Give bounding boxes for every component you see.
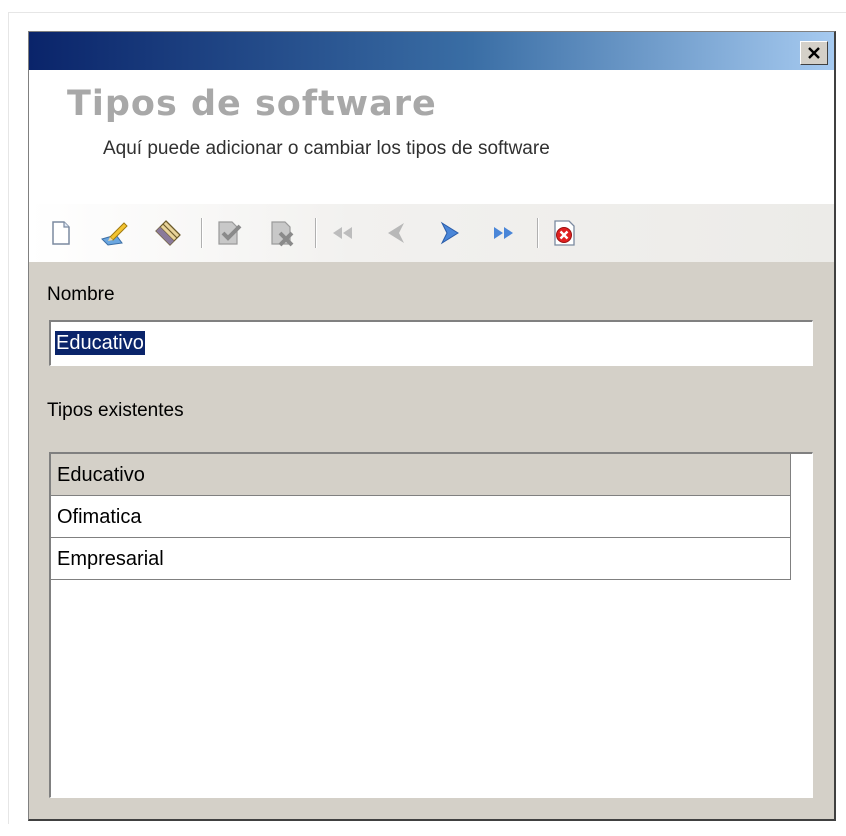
list-item[interactable]: Educativo (51, 454, 791, 496)
next-record-icon (440, 221, 459, 245)
first-record-button[interactable] (325, 216, 359, 250)
edit-pencil-icon (101, 222, 128, 246)
save-button[interactable] (211, 216, 245, 250)
close-button[interactable] (800, 41, 828, 65)
cancel-x-icon (271, 221, 294, 247)
save-check-icon (218, 221, 242, 245)
previous-record-icon (388, 223, 404, 243)
close-form-button[interactable] (547, 216, 581, 250)
new-button[interactable] (43, 216, 77, 250)
edit-button[interactable] (97, 216, 131, 250)
page-title: Tipos de software (67, 84, 437, 124)
nombre-input[interactable]: Educativo (49, 320, 813, 366)
first-record-icon (333, 227, 352, 239)
cancel-button[interactable] (265, 216, 299, 250)
title-bar[interactable] (29, 32, 834, 70)
toolbar-separator (537, 218, 538, 248)
tipos-list[interactable]: Educativo Ofimatica Empresarial (49, 452, 813, 798)
close-form-icon (554, 220, 575, 246)
last-record-button[interactable] (487, 216, 521, 250)
delete-button[interactable] (151, 216, 185, 250)
nombre-input-value: Educativo (55, 331, 145, 355)
close-icon (808, 46, 820, 59)
dialog-window: Tipos de software Aquí puede adicionar o… (28, 31, 836, 821)
dialog-header: Tipos de software Aquí puede adicionar o… (29, 70, 834, 204)
tipos-existentes-label: Tipos existentes (47, 400, 184, 421)
next-record-button[interactable] (433, 216, 467, 250)
new-document-icon (52, 221, 70, 245)
list-item[interactable]: Empresarial (51, 538, 791, 580)
list-item[interactable]: Ofimatica (51, 496, 791, 538)
eraser-icon (155, 220, 181, 246)
tipos-list-rows: Educativo Ofimatica Empresarial (51, 454, 791, 580)
toolbar (29, 204, 834, 262)
page-border-left (8, 12, 9, 824)
last-record-icon (494, 227, 513, 239)
nombre-label: Nombre (47, 284, 115, 305)
toolbar-separator (315, 218, 316, 248)
toolbar-separator (201, 218, 202, 248)
page-border-top (8, 12, 846, 13)
page-subtitle: Aquí puede adicionar o cambiar los tipos… (103, 138, 550, 159)
previous-record-button[interactable] (379, 216, 413, 250)
